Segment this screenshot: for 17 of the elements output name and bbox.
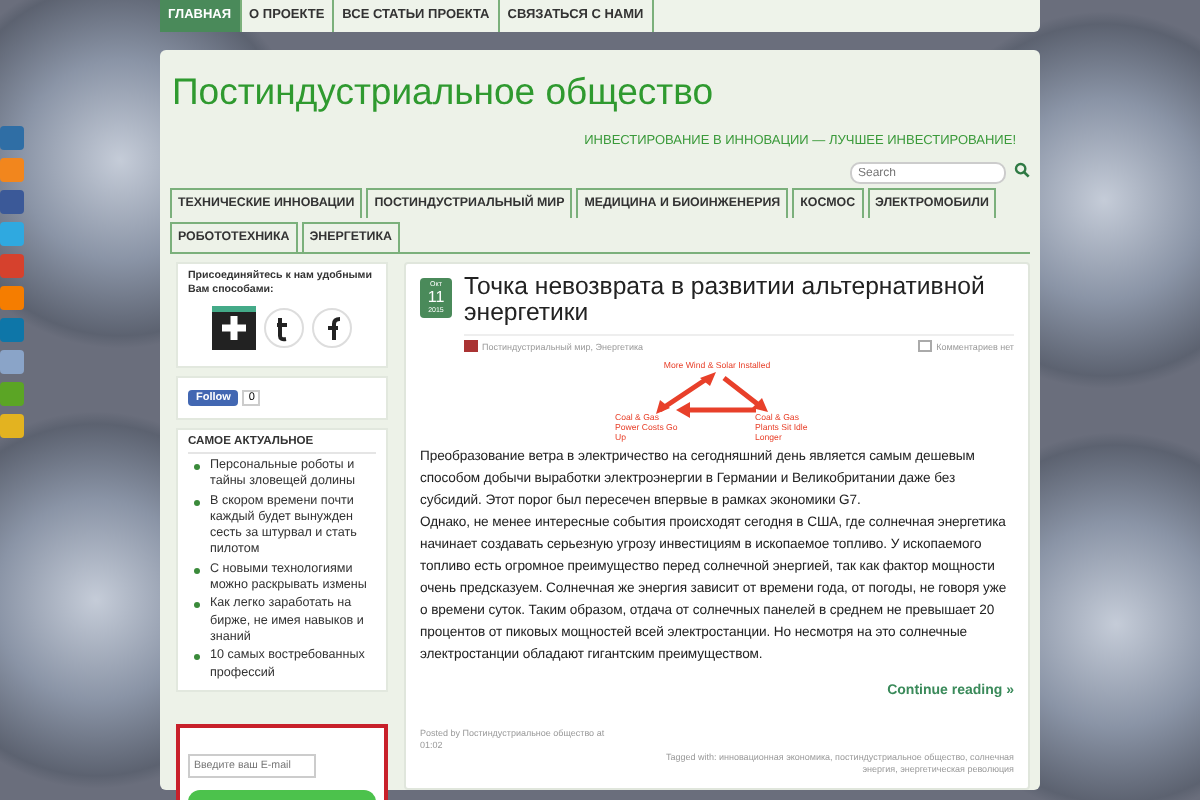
search-icon[interactable] bbox=[1014, 162, 1030, 178]
share-icon[interactable] bbox=[0, 286, 24, 310]
share-icon[interactable] bbox=[0, 190, 24, 214]
social-circle-icon[interactable] bbox=[264, 308, 304, 348]
share-icon[interactable] bbox=[0, 414, 24, 438]
post-title[interactable]: Точка невозврата в развитии альтернативной энергетики bbox=[464, 274, 1014, 326]
share-icon[interactable] bbox=[0, 126, 24, 150]
share-icon[interactable] bbox=[0, 350, 24, 374]
share-icon[interactable] bbox=[0, 158, 24, 182]
comment-icon bbox=[918, 340, 933, 352]
share-icon[interactable] bbox=[0, 222, 24, 246]
share-icon[interactable] bbox=[0, 254, 24, 278]
plus-icon[interactable] bbox=[212, 306, 256, 350]
folder-icon bbox=[464, 340, 478, 352]
social-circle-icon[interactable] bbox=[312, 308, 352, 348]
share-icon[interactable] bbox=[0, 318, 24, 342]
share-icon[interactable] bbox=[0, 382, 24, 406]
